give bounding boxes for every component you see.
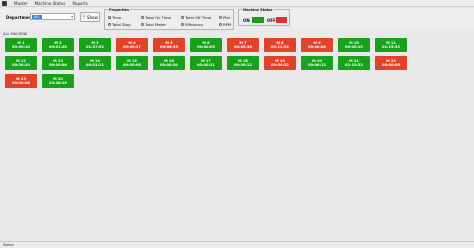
- machine-tile[interactable]: M 23 00:00:08: [5, 74, 37, 88]
- machine-time: 00:00:37: [123, 45, 141, 49]
- machine-time: 23:48:16: [49, 81, 67, 85]
- machine-tile[interactable]: M 5 00:06:35: [153, 38, 185, 52]
- machine-time: 00:01:28: [49, 45, 67, 49]
- radio-label: Pick: [223, 15, 231, 20]
- machine-tile[interactable]: M 2 00:01:28: [42, 38, 74, 52]
- radio-rpm[interactable]: RPM: [219, 22, 231, 27]
- menu-machine-status[interactable]: Machine Status: [35, 1, 66, 6]
- machine-tile[interactable]: M 14 00:01:11: [79, 56, 111, 70]
- radio-label: Total On Time: [145, 15, 171, 20]
- machine-status-legend: Machine Status ON OFF: [238, 8, 290, 26]
- radio-dot[interactable]: [108, 23, 111, 26]
- radio-dot[interactable]: [141, 23, 144, 26]
- menu-bar: Master Machine Status Reports: [0, 0, 474, 7]
- radio-total-on-time[interactable]: Total On Time: [141, 15, 171, 20]
- radio-time[interactable]: Time: [108, 15, 121, 20]
- radio-label: RPM: [223, 22, 232, 27]
- machine-tile[interactable]: M 12 00:30:20: [5, 56, 37, 70]
- radio-dot[interactable]: [108, 16, 111, 19]
- machine-time: 01:15:32: [345, 63, 363, 67]
- properties-group: Properties Time Total On Time Total Off …: [104, 8, 234, 30]
- machine-tile[interactable]: M 18 00:00:12: [227, 56, 259, 70]
- machine-tile[interactable]: M 16 00:00:30: [153, 56, 185, 70]
- machine-tile[interactable]: M 3 01:37:52: [79, 38, 111, 52]
- app-icon: [2, 0, 7, 6]
- machine-time: 00:00:30: [160, 63, 178, 67]
- menu-master[interactable]: Master: [14, 1, 28, 6]
- menu-reports[interactable]: Reports: [72, 1, 87, 6]
- machine-time: 00:00:06: [382, 63, 400, 67]
- radio-label: Total Meter: [145, 22, 167, 27]
- machine-tile[interactable]: M 13 00:00:08: [42, 56, 74, 70]
- machine-tile[interactable]: M 7 00:05:36: [227, 38, 259, 52]
- radio-dot[interactable]: [219, 23, 222, 26]
- show-button[interactable]: ⚲ Show: [80, 12, 100, 22]
- machine-tile[interactable]: M 6 00:00:05: [190, 38, 222, 52]
- radio-label: Total Off Time: [185, 15, 212, 20]
- radio-total-stop[interactable]: Total Stop: [108, 22, 131, 27]
- machine-time: 00:00:31: [197, 63, 215, 67]
- machine-time: 00:00:06: [123, 63, 141, 67]
- machine-time: 00:00:05: [197, 45, 215, 49]
- machine-tile[interactable]: M 21 01:15:32: [338, 56, 370, 70]
- machine-time: 00:00:08: [12, 81, 30, 85]
- radio-dot[interactable]: [181, 23, 184, 26]
- machine-time: 00:01:11: [86, 63, 104, 67]
- machine-status-title: Machine Status: [242, 8, 274, 12]
- on-label: ON: [243, 18, 250, 23]
- machine-tile[interactable]: M 22 00:00:06: [375, 56, 407, 70]
- machine-tile[interactable]: M 24 23:48:16: [42, 74, 74, 88]
- show-button-label: Show: [86, 14, 98, 20]
- radio-efficiency[interactable]: Efficiency: [181, 22, 203, 27]
- machine-time: 00:06:35: [160, 45, 178, 49]
- radio-pick[interactable]: Pick: [219, 15, 231, 20]
- department-value: ALL: [32, 14, 43, 19]
- machine-tile[interactable]: M 19 00:00:32: [264, 56, 296, 70]
- machine-time: 00:12:52: [271, 45, 289, 49]
- status-label: Status: [3, 242, 14, 247]
- radio-label: Total Stop: [112, 22, 131, 27]
- machine-tile[interactable]: M 8 00:12:52: [264, 38, 296, 52]
- machine-time: 00:00:10: [12, 45, 30, 49]
- machine-tile[interactable]: M 9 00:00:06: [301, 38, 333, 52]
- radio-dot[interactable]: [219, 16, 222, 19]
- search-icon: ⚲: [82, 13, 86, 20]
- radio-dot[interactable]: [181, 16, 184, 19]
- machine-tile[interactable]: M 10 00:00:15: [338, 38, 370, 52]
- machine-time: 00:00:06: [308, 45, 326, 49]
- machine-time: 01:15:33: [382, 45, 400, 49]
- machine-tile[interactable]: M 17 00:00:31: [190, 56, 222, 70]
- off-label: OFF: [267, 18, 276, 23]
- machine-tile[interactable]: M 11 01:15:33: [375, 38, 407, 52]
- radio-label: Time: [112, 15, 122, 20]
- machine-tile[interactable]: M 4 00:00:37: [116, 38, 148, 52]
- radio-label: Efficiency: [185, 22, 204, 27]
- machine-time: 00:00:13: [308, 63, 326, 67]
- machine-tile[interactable]: M 15 00:00:06: [116, 56, 148, 70]
- machine-tile[interactable]: M 20 00:00:13: [301, 56, 333, 70]
- radio-dot[interactable]: [141, 16, 144, 19]
- department-select[interactable]: ALL ▾: [30, 13, 75, 20]
- machine-tile[interactable]: M 1 00:00:10: [5, 38, 37, 52]
- machine-time: 00:00:08: [49, 63, 67, 67]
- off-color-swatch: [276, 17, 287, 23]
- machine-time: 00:00:32: [271, 63, 289, 67]
- machine-time: 00:05:36: [234, 45, 252, 49]
- machine-time: 00:30:20: [12, 63, 30, 67]
- machine-time: 00:00:15: [345, 45, 363, 49]
- radio-total-off-time[interactable]: Total Off Time: [181, 15, 211, 20]
- on-color-swatch: [252, 17, 264, 23]
- machine-time: 01:37:52: [86, 45, 104, 49]
- properties-title: Properties: [108, 8, 130, 12]
- radio-total-meter[interactable]: Total Meter: [141, 22, 166, 27]
- section-title: ALL MACHINE: [3, 32, 28, 36]
- chevron-down-icon[interactable]: ▾: [71, 15, 73, 19]
- machine-time: 00:00:12: [234, 63, 252, 67]
